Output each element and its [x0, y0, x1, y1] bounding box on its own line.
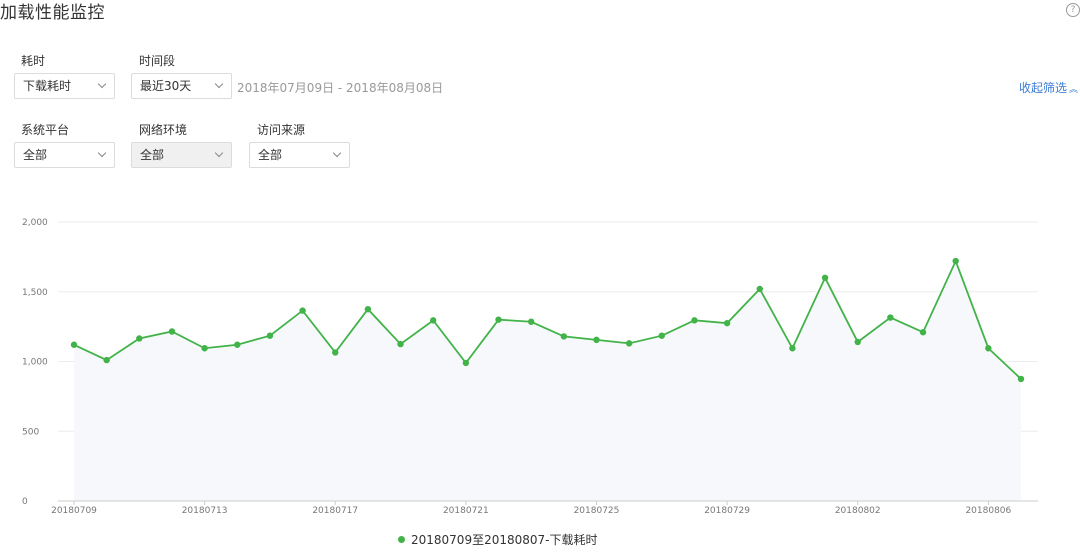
line-chart: 0 500 1,000 1,500 2,000 20180709 20180713 20180…	[22, 218, 1038, 516]
x-tick-label: 20180721	[443, 506, 489, 516]
data-point	[789, 345, 796, 352]
chevron-down-icon	[214, 79, 224, 89]
data-point	[201, 345, 208, 352]
x-tick-label: 20180725	[574, 506, 620, 516]
x-tick-label: 20180709	[51, 506, 97, 516]
data-point	[527, 318, 535, 325]
y-tick-label: 1,000	[22, 358, 48, 368]
data-point	[364, 305, 372, 313]
y-tick-label: 500	[22, 427, 39, 437]
chevron-down-icon	[332, 148, 342, 158]
platform-label: 系统平台	[21, 123, 70, 137]
data-point	[887, 314, 894, 321]
date-range: 2018年07月09日 - 2018年08月08日	[237, 81, 444, 95]
data-point	[691, 317, 698, 324]
legend-marker	[398, 536, 405, 543]
data-point	[560, 333, 568, 340]
chevron-down-icon	[214, 148, 224, 158]
area-fill	[74, 261, 1021, 501]
data-point	[332, 349, 339, 356]
data-point	[430, 317, 437, 324]
data-point	[1017, 375, 1025, 383]
data-point	[854, 338, 861, 346]
data-point	[397, 340, 404, 348]
x-tick-label: 20180729	[704, 506, 750, 516]
data-point	[985, 345, 992, 352]
chevron-up-icon: ︽	[1069, 85, 1079, 95]
source-select-value: 全部	[258, 148, 283, 162]
data-point	[723, 319, 731, 327]
data-point	[168, 328, 176, 335]
data-point	[756, 285, 763, 293]
data-point	[234, 341, 241, 348]
data-point	[919, 329, 927, 336]
data-point	[821, 274, 829, 281]
question-icon[interactable]: ?	[1066, 3, 1080, 17]
source-select[interactable]: 全部	[249, 142, 350, 168]
x-tick-label: 20180717	[312, 506, 358, 516]
source-label: 访问来源	[257, 123, 306, 137]
data-point	[495, 316, 502, 323]
duration-label: 耗时	[21, 54, 46, 68]
legend-label: 20180709至20180807-下载耗时	[411, 533, 598, 547]
period-select[interactable]: 最近30天	[131, 73, 232, 99]
duration-select[interactable]: 下载耗时	[14, 73, 115, 99]
data-point	[266, 332, 274, 339]
x-tick-label: 20180802	[835, 506, 881, 516]
data-point	[658, 332, 665, 339]
x-tick-label: 20180713	[182, 506, 228, 516]
collapse-filters-link[interactable]: 收起筛选 ︽	[1019, 79, 1078, 96]
network-label: 网络环境	[139, 123, 188, 137]
data-point	[70, 341, 78, 348]
data-point	[952, 257, 959, 265]
page-title: 加载性能监控	[0, 3, 105, 23]
period-label: 时间段	[139, 54, 176, 68]
y-tick-label: 2,000	[22, 218, 48, 228]
data-point	[299, 307, 306, 314]
data-point	[593, 336, 600, 344]
y-tick-label: 0	[22, 497, 28, 507]
y-tick-label: 1,500	[22, 288, 48, 298]
chevron-down-icon	[97, 148, 107, 158]
chevron-down-icon	[97, 79, 107, 89]
chart-legend[interactable]: 20180709至20180807-下载耗时	[398, 531, 598, 548]
data-point	[136, 335, 143, 342]
platform-select-value: 全部	[23, 148, 48, 162]
network-select[interactable]: 全部	[131, 142, 232, 168]
network-select-value: 全部	[140, 148, 165, 162]
data-point	[462, 359, 470, 367]
collapse-filters-label: 收起筛选	[1019, 81, 1068, 95]
data-point	[625, 340, 633, 347]
data-point	[103, 356, 110, 364]
period-select-value: 最近30天	[140, 79, 192, 93]
x-tick-label: 20180806	[965, 506, 1011, 516]
duration-select-value: 下载耗时	[23, 79, 72, 93]
platform-select[interactable]: 全部	[14, 142, 115, 168]
